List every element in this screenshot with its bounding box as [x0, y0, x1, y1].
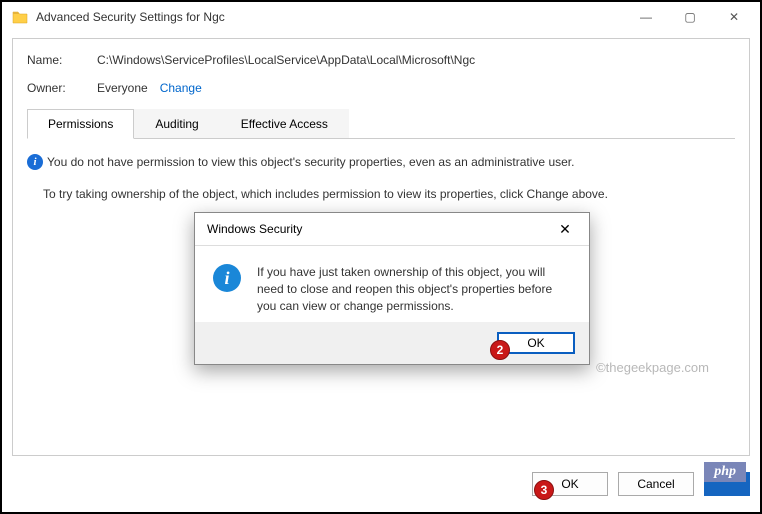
- info-icon: i: [27, 154, 43, 170]
- watermark: ©thegeekpage.com: [596, 360, 709, 375]
- close-icon: ✕: [559, 221, 571, 237]
- name-value: C:\Windows\ServiceProfiles\LocalService\…: [97, 53, 475, 67]
- ownership-hint-text: To try taking ownership of the object, w…: [43, 185, 735, 203]
- php-tag: php: [704, 462, 746, 482]
- annotation-badge-2: 2: [490, 340, 510, 360]
- name-row: Name: C:\Windows\ServiceProfiles\LocalSe…: [27, 53, 735, 67]
- cancel-button[interactable]: Cancel: [618, 472, 694, 496]
- change-owner-link[interactable]: Change: [160, 81, 202, 95]
- owner-row: Owner: Everyone Change: [27, 81, 735, 95]
- titlebar: Advanced Security Settings for Ngc — ▢ ✕: [2, 2, 760, 32]
- permission-warning-text: You do not have permission to view this …: [47, 153, 574, 171]
- dialog-footer: OK: [195, 322, 589, 364]
- info-icon: i: [213, 264, 241, 292]
- dialog-close-button[interactable]: ✕: [549, 221, 581, 238]
- tab-auditing[interactable]: Auditing: [134, 109, 219, 138]
- name-label: Name:: [27, 53, 97, 67]
- minimize-icon: —: [640, 10, 652, 24]
- close-button[interactable]: ✕: [712, 3, 756, 31]
- folder-icon: [12, 10, 28, 24]
- dialog-message: If you have just taken ownership of this…: [257, 264, 571, 314]
- annotation-badge-3: 3: [534, 480, 554, 500]
- dialog-title-text: Windows Security: [207, 222, 302, 236]
- maximize-icon: ▢: [684, 10, 695, 24]
- owner-label: Owner:: [27, 81, 97, 95]
- permission-warning-row: i You do not have permission to view thi…: [27, 153, 735, 171]
- window-title: Advanced Security Settings for Ngc: [36, 10, 225, 24]
- dialog-titlebar: Windows Security ✕: [195, 213, 589, 245]
- maximize-button[interactable]: ▢: [668, 3, 712, 31]
- windows-security-dialog: Windows Security ✕ i If you have just ta…: [194, 212, 590, 365]
- dialog-body: i If you have just taken ownership of th…: [195, 246, 589, 322]
- owner-value: Everyone: [97, 81, 148, 95]
- tab-effective-access[interactable]: Effective Access: [220, 109, 349, 138]
- tab-permissions[interactable]: Permissions: [27, 109, 134, 139]
- tabs: Permissions Auditing Effective Access: [27, 109, 735, 139]
- close-icon: ✕: [729, 10, 739, 24]
- footer: OK Cancel: [12, 466, 750, 502]
- minimize-button[interactable]: —: [624, 3, 668, 31]
